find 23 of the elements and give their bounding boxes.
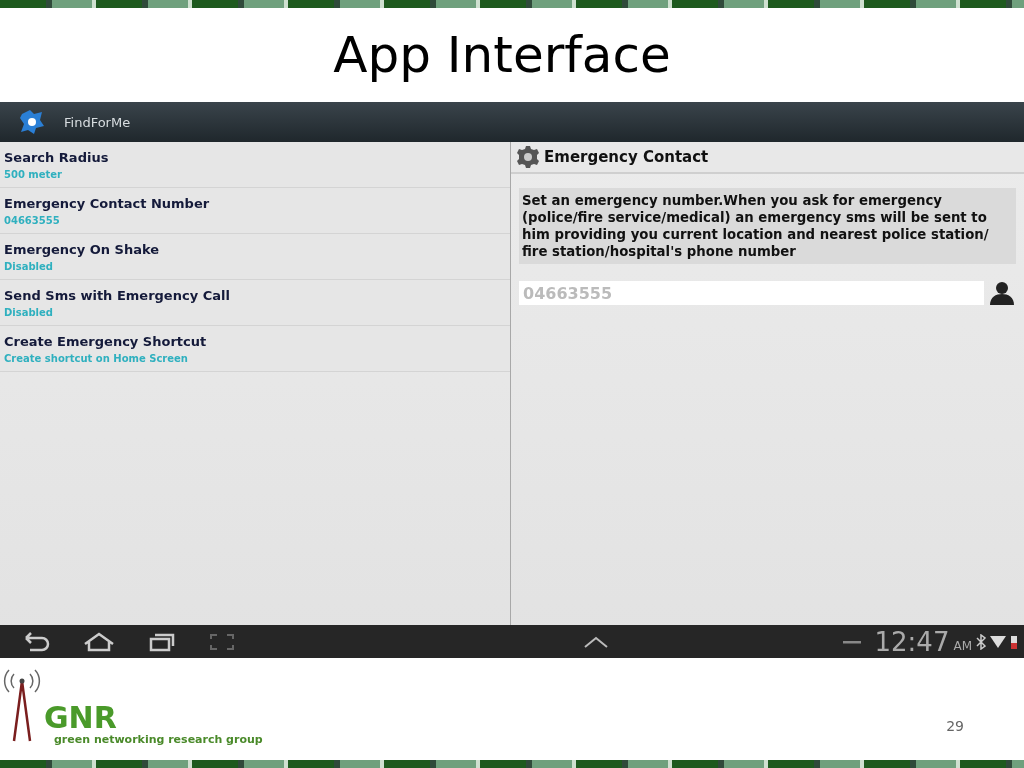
- preference-summary: Disabled: [4, 306, 53, 318]
- preference-item[interactable]: Emergency Contact Number 04663555: [0, 188, 510, 234]
- preference-summary: 500 meter: [4, 168, 63, 180]
- preference-item[interactable]: Search Radius 500 meter: [0, 142, 510, 188]
- preference-item[interactable]: Emergency On Shake Disabled: [0, 234, 510, 280]
- logo-mark: GNR: [44, 703, 118, 733]
- clock-time: 12:47: [874, 626, 950, 657]
- phone-number-field[interactable]: 04663555: [519, 281, 984, 305]
- logo-tagline: green networking research group: [54, 733, 263, 746]
- dialog-title: Emergency Contact: [544, 148, 709, 166]
- preference-title: Create Emergency Shortcut: [4, 333, 207, 349]
- clock-period: AM: [953, 638, 972, 653]
- preference-summary: 04663555: [4, 214, 60, 226]
- preference-title: Search Radius: [4, 149, 109, 165]
- preference-summary: Disabled: [4, 260, 53, 272]
- dialog-message: Set an emergency number.When you ask for emergency (police/fire service/medical) an emergency sms will be sent to him providing you current location and nearest police station/ fire station/hospital's phone number: [519, 188, 1016, 264]
- app-title: FindForMe: [64, 114, 131, 130]
- preference-title: Send Sms with Emergency Call: [4, 287, 230, 303]
- preference-summary: Create shortcut on Home Screen: [4, 352, 188, 364]
- preference-title: Emergency On Shake: [4, 241, 160, 257]
- slide-title: App Interface: [333, 26, 671, 84]
- preference-title: Emergency Contact Number: [4, 195, 210, 211]
- page-number: 29: [946, 718, 964, 734]
